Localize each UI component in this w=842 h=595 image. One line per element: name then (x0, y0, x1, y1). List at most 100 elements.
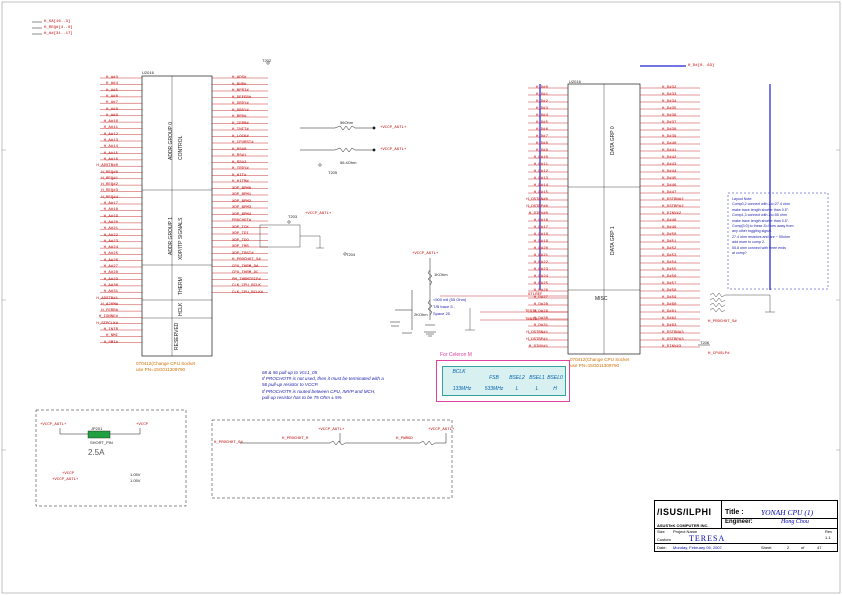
pin-label: H_D#36 (662, 114, 677, 118)
pin-label: H_D#16 (533, 219, 548, 223)
pin-label: H_D#53 (662, 254, 677, 258)
orange-note-right-2: use PN=15G011309790 (570, 363, 620, 368)
pin-label: H_D#63 (662, 324, 677, 328)
pin-label: H_D#3 (535, 107, 548, 111)
pin-label: H_PROCHOT_S# (232, 258, 261, 262)
prochot-note-4: If PROCHOT# is routed between CPU, IMVP … (262, 388, 376, 394)
res-value-4: 2KOhm (414, 312, 428, 317)
u1-section-xdp: XDP/ITP SIGNALS (178, 217, 184, 260)
pin-label: CPU_THRM_DC (232, 271, 259, 275)
rev-label: Rev (825, 529, 833, 534)
pin-label: H_D#34 (662, 100, 677, 104)
eq-net-vccp: +VCCP (62, 472, 75, 476)
eq-value-2: 1.05V (130, 478, 141, 483)
project-value: TERESA (689, 534, 726, 543)
pin-label: H_D#13 (533, 177, 548, 181)
bclk-row-2: L (515, 386, 519, 392)
pin-label: H_D#15 (533, 191, 548, 195)
pin-label: PM_THRMTRIP# (232, 277, 261, 282)
pin-label: H_D#52 (662, 247, 677, 251)
pin-label: H_SMI# (103, 340, 118, 345)
pin-label: H_IGNNE# (98, 315, 118, 320)
pin-label: H_CPURST# (232, 141, 254, 145)
for-celeron-label: For Celeron M (440, 352, 472, 358)
pin-label: H_A#18 (103, 208, 118, 213)
pin-label: H_D#49 (662, 226, 677, 230)
pin-label: H_BPRI# (232, 89, 249, 93)
engineer-value: Hong Chou (781, 519, 809, 525)
pin-label: CLK_CPU_BCLK (232, 284, 261, 288)
net-cpuslp-right: H_CPUSLP# (708, 352, 730, 356)
eq-net-vccp-agtl: +VCCP_AGTL+ (52, 478, 79, 482)
pin-label: H_D#14 (533, 184, 548, 188)
res-value-2: 56.4Ohm (340, 160, 357, 165)
pin-label: H_D#6 (535, 128, 548, 132)
net-prochot-r: H_PROCHOT_R (282, 437, 309, 441)
pin-label: H_D#12 (533, 170, 548, 174)
pin-label: H_A#17 (103, 202, 118, 206)
trace-note-1: <500 mil (55 Ohm) (433, 297, 467, 302)
trace-note-3: Space 25 (433, 311, 450, 316)
pin-label: H_ADS# (232, 76, 247, 80)
pin-label: H_FERR# (101, 309, 118, 314)
pin-label: H_A#26 (103, 258, 118, 263)
sheet-label: Sheet (761, 545, 772, 550)
pin-label: H_D#32 (662, 86, 677, 90)
bclk-table: BCLK FSB BSEL2 BSEL1 BSEL0 133MHz 533MHz… (442, 366, 566, 396)
pin-label: H_DINV#1 (528, 345, 548, 349)
net-gtlref: GTLREF (528, 293, 543, 297)
title-block: /ISUS/ILPHI ASUSTeK COMPUTER INC. Title … (654, 500, 838, 552)
pin-label: H_A#9 (105, 113, 118, 118)
of-label: of (801, 545, 805, 550)
pin-label: H_D#38 (662, 128, 677, 132)
pin-label: H_DINV#3 (662, 345, 682, 349)
date-label: Date: (657, 545, 667, 550)
pin-label: H_NMI (105, 334, 118, 339)
net-test1: TEST1 (525, 310, 538, 314)
jumper-net-right: +VCCP (136, 423, 149, 427)
pin-label: H_DSTBN#3 (662, 331, 684, 335)
pin-label: H_A#22 (103, 233, 118, 238)
pin-label: H_REQ#3 (101, 189, 118, 194)
pin-label: H_A#24 (103, 246, 118, 251)
bclk-row-3: L (535, 386, 539, 392)
net-vccp-prochot: +VCCP_AGTL+ (318, 428, 345, 432)
pin-label: H_A#8 (105, 107, 118, 112)
pin-label: H_D#19 (533, 240, 548, 244)
top-bus-net: H_D#[0..63] (688, 64, 715, 68)
pin-label: H_D#41 (662, 149, 677, 153)
pin-label: CPU_THRM_DA (232, 264, 259, 269)
jumper-ref: JP201 (91, 426, 103, 431)
pin-label: XDP_BPM0 (232, 186, 252, 191)
pin-label: H_DSTBP#2 (662, 205, 684, 209)
header-net-req: H_REQ#[4..0] (44, 26, 73, 30)
pin-label: H_D#56 (662, 275, 677, 279)
pin-label: H_D#11 (533, 163, 548, 167)
bclk-row-0: 133MHz (452, 386, 472, 392)
pin-label: H_A#16 (103, 157, 118, 162)
u1-section-addr1: ADDR GROUP 1 (168, 217, 174, 255)
u1-section-reserved: RESERVED (174, 322, 180, 350)
pin-label: H_A#27 (103, 265, 118, 269)
orange-note-left: 070412(Change CPU Socket use PN=15G01130… (136, 361, 195, 373)
pin-label: H_A#30 (103, 283, 118, 288)
pin-label: H_D#8 (535, 142, 548, 146)
eq-value-1: 1.05V (130, 472, 141, 477)
tp-label-1: T202 (262, 58, 272, 63)
u1-ref: U2016 (142, 70, 154, 75)
pin-label: H_REQ#0 (101, 170, 118, 175)
pin-label: XDP_BPM3 (232, 206, 252, 210)
pin-label: H_D#50 (662, 233, 677, 237)
pin-label: XDP_TRST# (232, 251, 254, 256)
pin-label: H_D#48 (662, 219, 677, 223)
tp-label-3: T204 (346, 252, 356, 257)
pin-label: H_D#23 (533, 268, 548, 272)
pin-label: H_A#21 (103, 227, 118, 232)
res-value-3: 1KOhm (434, 272, 448, 277)
sheet-value: 2 (787, 545, 790, 550)
pin-label: H_DINV#2 (662, 212, 682, 216)
pin-label: H_D#35 (662, 107, 677, 111)
pin-label: H_D#42 (662, 156, 677, 160)
net-vccp-agtl-gtl: +VCCP_AGTL+ (412, 252, 439, 256)
pin-label: H_DEFER# (232, 95, 252, 100)
